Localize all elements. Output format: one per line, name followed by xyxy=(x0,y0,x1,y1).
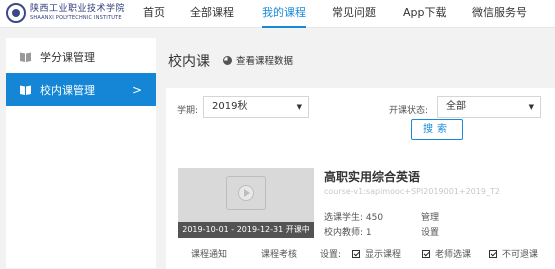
view-course-data-link[interactable]: 查看课程数据 xyxy=(223,53,293,67)
nav-all-courses[interactable]: 全部课程 xyxy=(190,0,234,28)
teachers-stat: 校内教师: 1 xyxy=(324,225,372,238)
teachers-label: 校内教师: xyxy=(324,228,364,238)
nav-wechat-service[interactable]: 微信服务号 xyxy=(472,0,527,28)
nav-home[interactable]: 首页 xyxy=(143,0,165,28)
play-icon xyxy=(238,185,254,201)
course-date-badge: 2019-10-01 - 2019-12-31 开课中 xyxy=(178,222,314,238)
nav-app-download[interactable]: App下载 xyxy=(403,0,447,28)
school-name-en: SHAANXI POLYTECHNIC INSTITUTE xyxy=(30,15,122,21)
course-notice-link[interactable]: 课程通知 xyxy=(191,247,227,260)
term-select-value: 2019秋 xyxy=(212,101,248,112)
book-icon xyxy=(19,84,32,96)
option-label: 显示课程 xyxy=(365,250,402,260)
sidebar-item-label: 校内课管理 xyxy=(40,83,95,97)
book-icon xyxy=(19,51,32,63)
teachers-value: 1 xyxy=(365,228,372,238)
top-navigation-bar: 陕西工业职业技术学院 SHAANXI POLYTECHNIC INSTITUTE… xyxy=(0,0,555,28)
sidebar: 学分课管理 校内课管理 > xyxy=(6,38,156,268)
view-course-data-label: 查看课程数据 xyxy=(236,56,294,67)
nav-my-courses[interactable]: 我的课程 xyxy=(262,0,306,28)
term-label: 学期: xyxy=(177,106,199,116)
settings-link[interactable]: 设置 xyxy=(421,225,439,238)
students-label: 选课学生: xyxy=(324,213,364,223)
option-label: 不可退课 xyxy=(502,250,539,260)
checkbox-checked-icon[interactable] xyxy=(352,249,360,258)
course-card: 2019-10-01 - 2019-12-31 开课中 高职实用综合英语 cou… xyxy=(166,158,555,269)
sidebar-item-label: 学分课管理 xyxy=(40,50,95,64)
status-select-value: 全部 xyxy=(446,101,466,112)
nav-faq[interactable]: 常见问题 xyxy=(332,0,376,28)
status-label: 开课状态: xyxy=(389,106,429,116)
school-emblem-icon xyxy=(6,3,26,23)
caret-down-icon: ▼ xyxy=(296,103,302,111)
course-title[interactable]: 高职实用综合英语 xyxy=(324,168,420,185)
option-label: 老师选课 xyxy=(435,250,472,260)
course-assessment-link[interactable]: 课程考核 xyxy=(261,247,297,260)
sidebar-item-campus-course-management[interactable]: 校内课管理 > xyxy=(6,73,156,106)
sidebar-item-credit-course-management[interactable]: 学分课管理 xyxy=(6,40,156,73)
school-logo[interactable]: 陕西工业职业技术学院 SHAANXI POLYTECHNIC INSTITUTE xyxy=(6,3,136,23)
status-select[interactable]: 全部 ▼ xyxy=(437,96,541,118)
students-value: 450 xyxy=(365,213,384,223)
video-placeholder-icon xyxy=(226,176,266,210)
students-stat: 选课学生: 450 xyxy=(324,210,383,223)
manage-link[interactable]: 管理 xyxy=(421,210,439,223)
term-select[interactable]: 2019秋 ▼ xyxy=(203,96,309,118)
checkbox-checked-icon[interactable] xyxy=(422,249,430,258)
option-no-drop[interactable]: 不可退课 xyxy=(489,247,538,260)
option-teacher-selection[interactable]: 老师选课 xyxy=(422,247,471,260)
page-title: 校内课 xyxy=(168,54,210,70)
pie-chart-icon xyxy=(223,55,232,65)
search-button[interactable]: 搜索 xyxy=(411,119,463,140)
course-code: course-v1:sapimooc+SPI2019001+2019_T2 xyxy=(324,187,500,196)
course-thumbnail[interactable]: 2019-10-01 - 2019-12-31 开课中 xyxy=(178,168,314,238)
school-name-cn: 陕西工业职业技术学院 xyxy=(30,4,126,14)
checkbox-checked-icon[interactable] xyxy=(489,249,497,258)
caret-down-icon: ▼ xyxy=(528,103,534,111)
settings-prefix-label: 设置: xyxy=(320,250,342,260)
option-show-course[interactable]: 显示课程 xyxy=(352,247,401,260)
chevron-right-icon: > xyxy=(131,82,142,97)
